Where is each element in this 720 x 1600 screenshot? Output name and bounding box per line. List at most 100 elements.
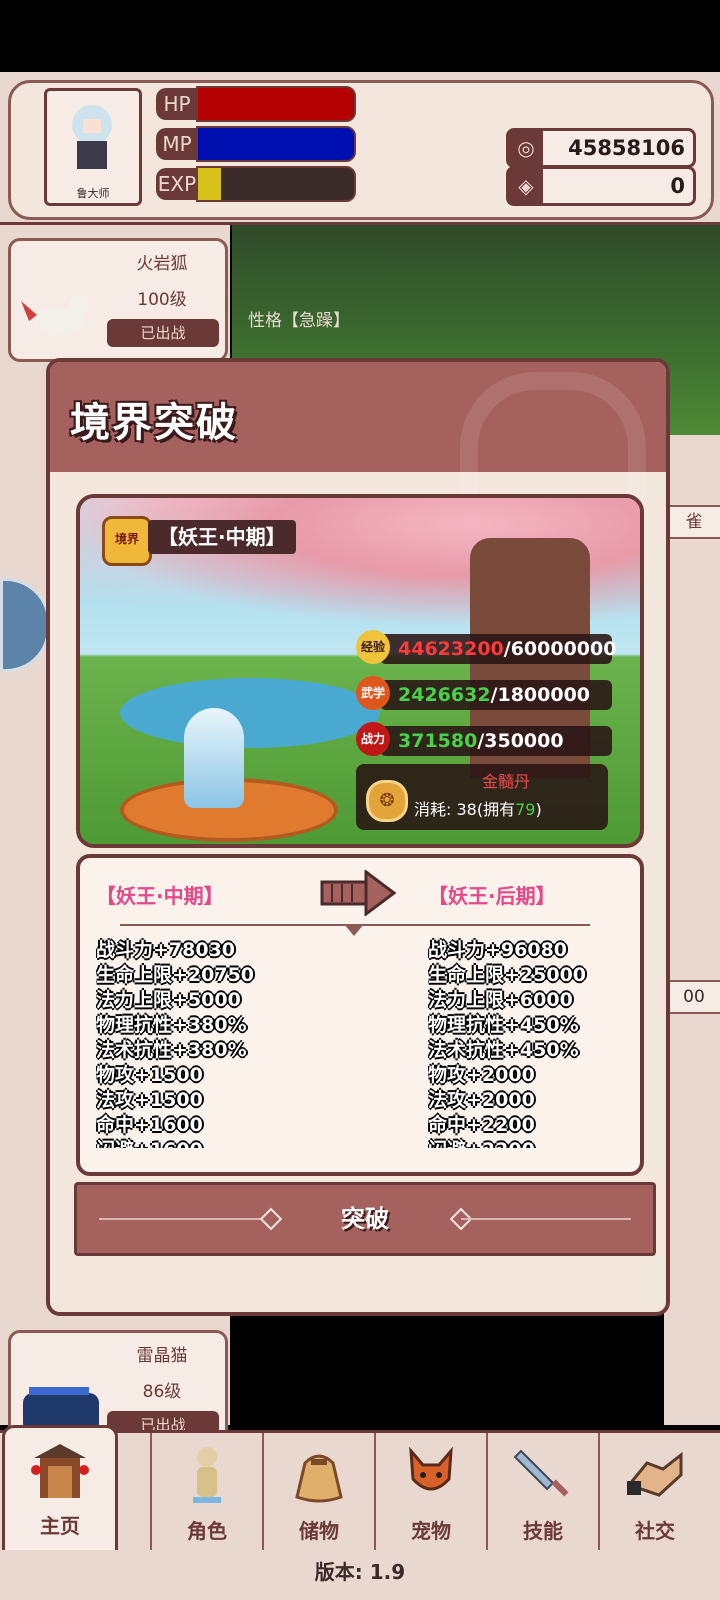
realm-scene: 境界 【妖王·中期】 经验 44623200/60000000 武学 24266… [76, 494, 644, 848]
exp-bar-fill [198, 168, 222, 200]
pill-cost: 消耗: 38(拥有79) [414, 796, 542, 820]
stat-line: 物攻+2000 [428, 1064, 535, 1086]
stat-line: 生命上限+25000 [428, 964, 587, 986]
from-stat-list: 战斗力+78030 生命上限+20750 法力上限+5000 物理抗性+380% 法术抗… [96, 938, 316, 1148]
hp-label: HP [156, 88, 198, 120]
pill-owned: 79 [515, 800, 536, 819]
right-arrow-icon [320, 870, 397, 916]
version-label: 版本: 1.9 [314, 1560, 406, 1584]
current-realm-tag: 【妖王·中期】 [148, 520, 296, 554]
right-cell-value: 00 [664, 980, 720, 1014]
pet-deployed-badge[interactable]: 已出战 [107, 319, 219, 347]
right-cell-label: 雀 [664, 505, 720, 539]
home-gate-icon [31, 1444, 89, 1498]
gold-counter[interactable]: ◎ 45858106 [506, 128, 696, 168]
nav-label: 角色 [187, 1519, 227, 1543]
pet-name: 火岩狐 [136, 254, 188, 274]
pill-cost-box: ❂ 金髓丹 消耗: 38(拥有79) [356, 764, 608, 830]
stat-line: 法攻+1500 [96, 1089, 203, 1111]
stat-line: 物理抗性+450% [428, 1014, 579, 1036]
pet-level: 86级 [142, 1382, 182, 1402]
pet-level: 100级 [137, 290, 187, 310]
stat-line: 命中+1600 [96, 1114, 203, 1136]
player-portrait-icon [72, 105, 112, 169]
pet-trait-label: 性格【急躁】 [248, 311, 350, 331]
character-icon [193, 1447, 221, 1503]
gem-counter[interactable]: ◈ 0 [506, 166, 696, 206]
stat-line: 闪避+1600 [96, 1138, 316, 1148]
stat-comparison-panel: 【妖王·中期】 【妖王·后期】 战斗力+78030 生命上限+20750 法力上限+… [76, 854, 644, 1176]
dialog-title: 境界突破 [70, 400, 238, 446]
bottom-navigation: 主页 角色 储物 宠物 技能 社交 [0, 1425, 720, 1559]
nav-label: 储物 [299, 1519, 339, 1543]
hp-bar-fill [198, 88, 354, 120]
stat-line: 生命上限+20750 [96, 964, 255, 986]
nav-pets[interactable]: 宠物 [374, 1433, 486, 1553]
experience-icon: 经验 [356, 630, 390, 664]
mp-bar [196, 126, 356, 162]
player-name: 鲁大师 [76, 187, 110, 200]
nav-label: 宠物 [411, 1519, 451, 1543]
gold-value: 45858106 [568, 136, 685, 160]
spirit-sprite-icon [184, 708, 244, 808]
right-side-panel [664, 435, 720, 1425]
mp-label: MP [156, 128, 198, 160]
requirement-row-power: 战力 371580/350000 [356, 722, 612, 756]
pet-card-fire-fox[interactable]: 火岩狐 100级 已出战 [8, 238, 228, 362]
gem-value: 0 [670, 174, 685, 198]
nav-storage[interactable]: 储物 [262, 1433, 374, 1553]
stat-line: 法术抗性+450% [428, 1039, 579, 1061]
exp-label: EXP [156, 168, 198, 200]
breakthrough-button[interactable]: 突破 [74, 1182, 656, 1256]
martial-required: /1800000 [490, 684, 591, 706]
storage-bag-icon [295, 1454, 343, 1503]
stat-line: 战斗力+96080 [428, 939, 568, 961]
stat-line: 法术抗性+380% [96, 1039, 247, 1061]
pet-name: 雷晶猫 [136, 1346, 188, 1366]
power-current: 371580 [398, 730, 478, 752]
nav-label: 社交 [635, 1519, 675, 1543]
breakthrough-button-label: 突破 [341, 1205, 389, 1233]
nav-social[interactable]: 社交 [598, 1433, 710, 1553]
realm-breakthrough-dialog: 境界突破 境界 【妖王·中期】 经验 44623200/60000000 武学 … [46, 358, 670, 1316]
exp-bar [196, 166, 356, 202]
nav-label: 主页 [40, 1514, 80, 1538]
social-handshake-icon [626, 1451, 683, 1497]
pill-cost-label: 消耗: 38(拥有 [414, 800, 516, 819]
pond [120, 678, 380, 748]
stat-line: 法力上限+6000 [428, 989, 573, 1011]
power-icon: 战力 [356, 722, 390, 756]
requirement-row-martial: 武学 2426632/1800000 [356, 676, 612, 710]
nav-home[interactable]: 主页 [2, 1425, 118, 1559]
pet-fox-icon [409, 1446, 453, 1491]
golden-pill-icon: ❂ [366, 780, 408, 822]
martial-icon: 武学 [356, 676, 390, 710]
stat-line: 闪避+2200 [428, 1138, 640, 1148]
to-stat-list: 战斗力+96080 生命上限+25000 法力上限+6000 物理抗性+450% 法术抗… [428, 938, 640, 1148]
stat-line: 战斗力+78030 [96, 939, 236, 961]
divider-notch [344, 924, 364, 936]
stat-line: 命中+2200 [428, 1114, 535, 1136]
gem-icon: ◈ [509, 169, 543, 203]
realm-badge-icon: 境界 [102, 516, 152, 566]
nav-character[interactable]: 角色 [150, 1433, 262, 1553]
dialog-header: 境界突破 [50, 362, 666, 558]
martial-current: 2426632 [398, 684, 491, 706]
power-required: /350000 [477, 730, 564, 752]
pill-cost-suffix: ) [535, 800, 542, 819]
stat-line: 法力上限+5000 [96, 989, 241, 1011]
from-stage-label: 【妖王·中期】 [96, 884, 224, 908]
skill-sword-icon [513, 1449, 569, 1497]
nav-label: 技能 [523, 1519, 563, 1543]
stat-line: 物理抗性+380% [96, 1014, 247, 1036]
fire-fox-sprite-icon [21, 295, 89, 335]
experience-required: /60000000 [503, 638, 617, 660]
stat-line: 法攻+2000 [428, 1089, 535, 1111]
experience-current: 44623200 [398, 638, 504, 660]
pill-name: 金髓丹 [481, 772, 530, 791]
player-avatar[interactable]: 鲁大师 [44, 88, 142, 206]
stat-line: 物攻+1500 [96, 1064, 203, 1086]
requirement-row-experience: 经验 44623200/60000000 [356, 630, 616, 664]
nav-skills[interactable]: 技能 [486, 1433, 598, 1553]
coin-icon: ◎ [509, 131, 543, 165]
